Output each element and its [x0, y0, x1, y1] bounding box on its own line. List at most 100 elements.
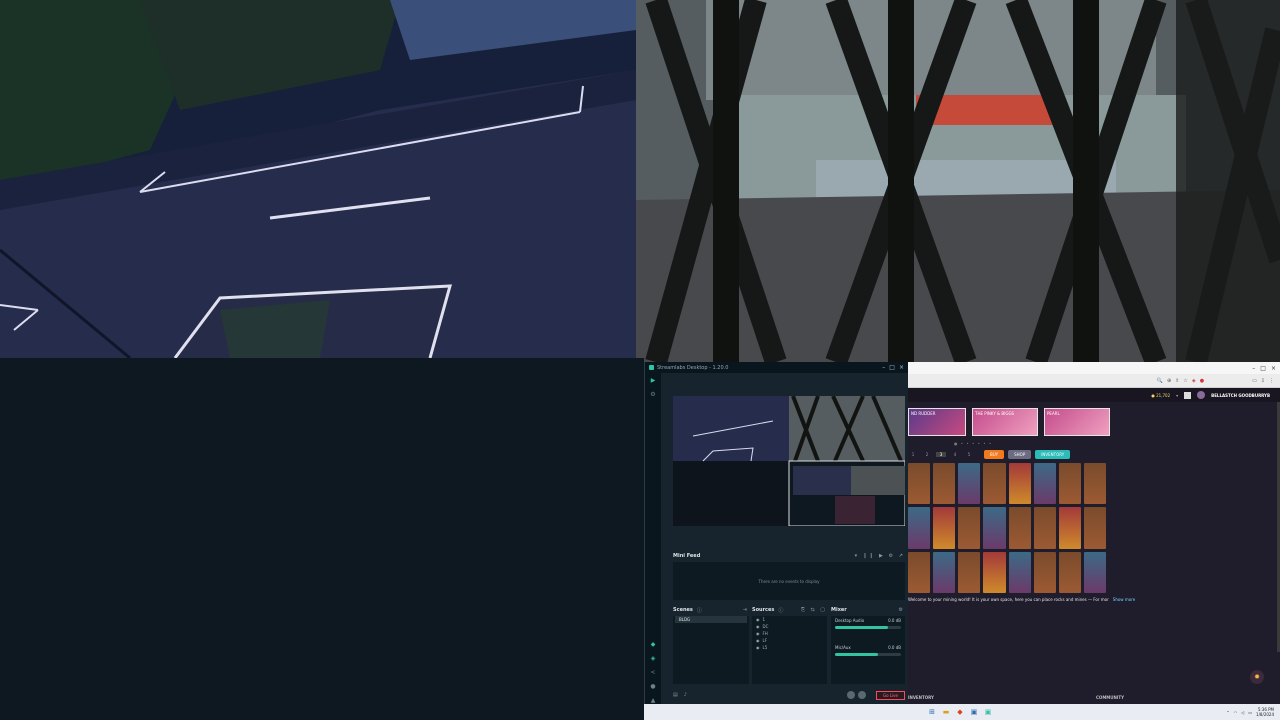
grid-item[interactable] — [1083, 463, 1106, 505]
scenes-tools[interactable]: ⇥ — [743, 607, 749, 613]
volume-icon[interactable]: ◁ — [1241, 710, 1244, 715]
grid-item[interactable] — [908, 463, 931, 505]
system-tray: ⌃ ◠ ◁ ▭ 5:36 PM 1/8/2024 — [1226, 707, 1280, 717]
source-item[interactable]: ◉ FH — [752, 630, 827, 637]
grid-item[interactable] — [1083, 507, 1106, 549]
grid-item[interactable] — [958, 463, 981, 505]
source-item[interactable]: ◉ 1 — [752, 616, 827, 623]
street-camera-feed — [0, 0, 636, 358]
grid-item[interactable] — [1058, 551, 1081, 593]
extension-icon[interactable]: ◈ — [1192, 378, 1196, 384]
banner-item[interactable]: PEARL — [1044, 408, 1110, 436]
go-live-button[interactable]: Go Live — [876, 690, 905, 700]
carousel-dots[interactable]: ● • • • • • • — [954, 441, 992, 446]
chevron-down-icon[interactable]: ▾ — [1176, 393, 1178, 398]
grid-item[interactable] — [908, 551, 931, 593]
show-more-link[interactable]: Show more — [1113, 597, 1135, 602]
chevron-up-icon[interactable]: ⌃ — [1226, 710, 1229, 715]
grid-item[interactable] — [1033, 463, 1056, 505]
wifi-icon[interactable]: ◠ — [1234, 710, 1238, 715]
source-item[interactable]: ◉ L5 — [752, 644, 827, 651]
help-icon[interactable]: ● — [645, 679, 661, 693]
grid-item[interactable] — [1033, 507, 1056, 549]
file-explorer-icon[interactable]: ▬ — [941, 707, 951, 717]
share-icon[interactable]: ⇪ — [1175, 378, 1179, 384]
banner-item[interactable]: ND RUDDER — [908, 408, 966, 436]
performance-icon[interactable]: ▤ — [673, 692, 678, 698]
studio-mode-icon[interactable]: ◆ — [645, 637, 661, 651]
inventory-button[interactable]: INVENTORY — [1035, 450, 1071, 459]
minimize-icon[interactable]: – — [1252, 365, 1255, 372]
grid-item[interactable] — [1008, 463, 1031, 505]
sources-tools[interactable]: ⎘ ⇆ ▢ — [801, 607, 827, 613]
start-icon[interactable]: ⊞ — [927, 707, 937, 717]
streamlabs-logo-icon — [649, 365, 654, 370]
grid-item[interactable] — [983, 463, 1006, 505]
profile-icon[interactable]: ● — [1200, 378, 1204, 384]
item-grid — [908, 463, 1106, 593]
notifications-icon[interactable]: ♪ — [684, 692, 687, 698]
bookmark-icon[interactable]: ☆ — [1183, 378, 1187, 384]
themes-icon[interactable]: ◈ — [645, 651, 661, 665]
maximize-icon[interactable]: □ — [1260, 365, 1266, 372]
scenes-info-icon[interactable]: ⓘ — [697, 607, 702, 614]
notifications-icon[interactable] — [1184, 391, 1192, 399]
source-item[interactable]: ◉ LF — [752, 637, 827, 644]
close-icon[interactable]: × — [899, 364, 904, 371]
scene-item[interactable]: BLDG — [675, 616, 747, 623]
browser-icon[interactable]: ◆ — [955, 707, 965, 717]
zoom-icon[interactable]: ⊕ — [1167, 378, 1171, 384]
maximize-icon[interactable]: □ — [889, 364, 895, 371]
editor-icon[interactable]: ▶ — [645, 373, 661, 387]
sources-dock: Sources ⓘ ⎘ ⇆ ▢ ◉ 1 ◉ DC ◉ FH ◉ LF ◉ L5 — [752, 606, 827, 686]
grid-item[interactable] — [1008, 507, 1031, 549]
scenes-dock: Scenes ⓘ ⇥ BLDG — [673, 606, 749, 686]
volume-slider[interactable] — [835, 653, 901, 656]
search-icon[interactable]: 🔍 — [1157, 378, 1163, 384]
menu-icon[interactable]: ⋮ — [1269, 378, 1274, 384]
replay-button[interactable] — [858, 691, 866, 699]
grid-item[interactable] — [933, 507, 956, 549]
minimize-icon[interactable]: – — [882, 364, 885, 371]
grid-item[interactable] — [933, 551, 956, 593]
grid-item[interactable] — [1033, 551, 1056, 593]
grid-item[interactable] — [1058, 463, 1081, 505]
settings-gear-icon[interactable]: ⚙ — [645, 387, 661, 401]
tab-2[interactable]: 2 — [922, 452, 932, 457]
downloads-icon[interactable]: ⇩ — [1261, 378, 1265, 384]
streamlabs-icon[interactable]: ▣ — [983, 707, 993, 717]
grid-item[interactable] — [933, 463, 956, 505]
banner-item[interactable]: THE PINKY & BIGGS — [972, 408, 1038, 436]
share-icon[interactable]: < — [645, 665, 661, 679]
source-item[interactable]: ◉ DC — [752, 623, 827, 630]
tab-4[interactable]: 4 — [950, 452, 960, 457]
close-icon[interactable]: × — [1271, 365, 1276, 372]
avatar[interactable] — [1197, 391, 1206, 399]
tab-3[interactable]: 3 — [936, 452, 946, 457]
grid-item[interactable] — [958, 507, 981, 549]
sources-info-icon[interactable]: ⓘ — [778, 607, 783, 614]
buy-button[interactable]: BUY — [984, 450, 1005, 459]
grid-item[interactable] — [983, 551, 1006, 593]
clock[interactable]: 5:36 PM 1/8/2024 — [1256, 707, 1274, 717]
sidebar-icon[interactable]: ▭ — [1252, 378, 1257, 384]
mixer-settings-icon[interactable]: ⚙ — [899, 607, 905, 613]
tab-5[interactable]: 5 — [964, 452, 974, 457]
mini-feed-tools[interactable]: ▾ ❙❙ ▶ ⚙ ↗ — [855, 553, 905, 559]
grid-item[interactable] — [908, 507, 931, 549]
grid-item[interactable] — [958, 551, 981, 593]
volume-slider[interactable] — [835, 626, 901, 629]
store-icon[interactable]: ▣ — [969, 707, 979, 717]
grid-item[interactable] — [1008, 551, 1031, 593]
nav-community[interactable]: COMMUNITY — [1096, 695, 1124, 700]
pet-avatar-icon[interactable]: ✹ — [1250, 670, 1264, 684]
grid-item[interactable] — [1058, 507, 1081, 549]
nav-inventory[interactable]: INVENTORY — [908, 695, 934, 700]
sources-title: Sources — [752, 607, 775, 613]
battery-icon[interactable]: ▭ — [1248, 710, 1252, 715]
tab-1[interactable]: 1 — [908, 452, 918, 457]
record-button[interactable] — [847, 691, 855, 699]
shop-button[interactable]: SHOP — [1008, 450, 1032, 459]
grid-item[interactable] — [1083, 551, 1106, 593]
grid-item[interactable] — [983, 507, 1006, 549]
